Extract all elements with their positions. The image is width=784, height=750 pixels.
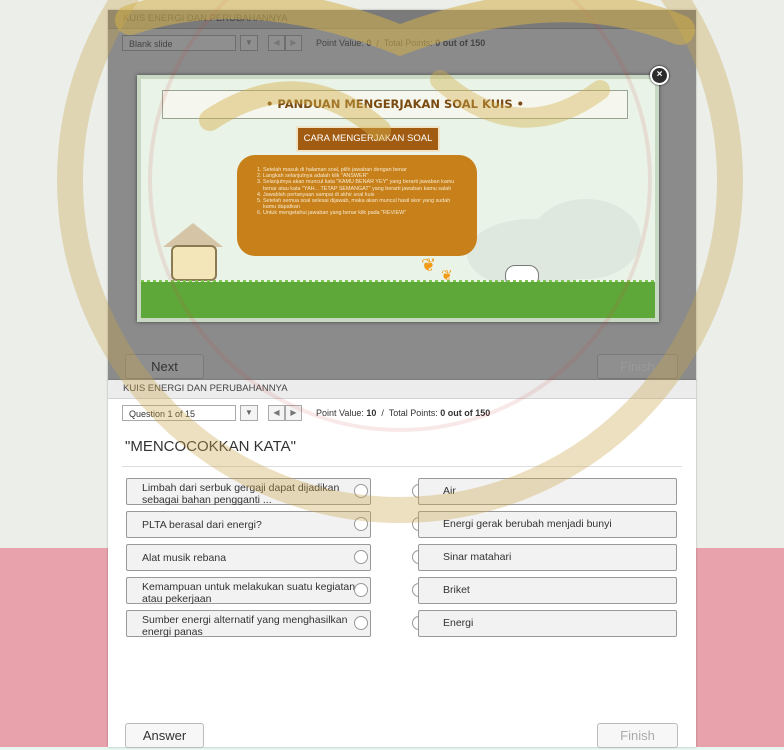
chevron-down-icon[interactable]: ▼ <box>240 35 258 51</box>
total-points: 0 out of 150 <box>435 38 486 48</box>
match-row: Sumber energi alternatif yang menghasilk… <box>126 610 677 638</box>
points-info: Point Value: 10 / Total Points: 0 out of… <box>316 408 491 418</box>
match-right-card[interactable]: Energi <box>418 610 677 637</box>
instructions-modal: • PANDUAN MENGERJAKAN SOAL KUIS • CARA M… <box>137 75 659 322</box>
next-arrow-icon[interactable]: ▶ <box>285 405 302 421</box>
grass-illustration <box>141 282 655 318</box>
connector-left-icon[interactable] <box>354 616 368 630</box>
next-arrow-icon[interactable]: ▶ <box>285 35 302 51</box>
connector-left-icon[interactable] <box>354 517 368 531</box>
question-select[interactable]: Question 1 of 15 ▼ <box>122 405 258 421</box>
slide-select[interactable]: Blank slide ▼ <box>122 35 258 51</box>
match-row: PLTA berasal dari energi? Energi gerak b… <box>126 511 677 538</box>
match-left-card[interactable]: Sumber energi alternatif yang menghasilk… <box>126 610 371 638</box>
house-roof-illustration <box>163 223 223 247</box>
match-left-card[interactable]: Alat musik rebana <box>126 544 371 571</box>
match-row: Kemampuan untuk melakukan suatu kegiatan… <box>126 577 677 605</box>
total-points-label: Total Points: <box>388 408 438 418</box>
match-row: Limbah dari serbuk gergaji dapat dijadik… <box>126 478 677 506</box>
point-value: 10 <box>366 408 377 418</box>
match-right-card[interactable]: Energi gerak berubah menjadi bunyi <box>418 511 677 538</box>
close-icon[interactable]: × <box>650 66 669 85</box>
instruction-item: Setelah semua soal selesai dijawab, maka… <box>263 198 463 210</box>
match-right-card[interactable]: Air <box>418 478 677 505</box>
match-left-card[interactable]: Kemampuan untuk melakukan suatu kegiatan… <box>126 577 371 605</box>
modal-title: • PANDUAN MENGERJAKAN SOAL KUIS • <box>162 90 628 119</box>
slide-select-value: Blank slide <box>129 39 173 49</box>
bottom-action-bar: Answer Finish <box>108 714 696 750</box>
modal-subtitle: CARA MENGERJAKAN SOAL <box>296 126 440 152</box>
chevron-down-icon[interactable]: ▼ <box>240 405 258 421</box>
finish-button[interactable]: Finish <box>597 354 678 379</box>
connector-left-icon[interactable] <box>354 583 368 597</box>
nav-buttons: ◀ ▶ <box>268 35 302 51</box>
connector-left-icon[interactable] <box>354 484 368 498</box>
match-left-card[interactable]: Limbah dari serbuk gergaji dapat dijadik… <box>126 478 371 506</box>
window-title: KUIS ENERGI DAN PERUBAHANNYA <box>108 380 696 399</box>
connector-left-icon[interactable] <box>354 550 368 564</box>
answer-button[interactable]: Answer <box>125 723 204 748</box>
instructions-list: Setelah masuk di halaman soal, pilih jaw… <box>257 167 463 217</box>
nav-buttons: ◀ ▶ <box>268 405 302 421</box>
match-left-card[interactable]: PLTA berasal dari energi? <box>126 511 371 538</box>
point-value-label: Point Value: <box>316 38 364 48</box>
prev-arrow-icon[interactable]: ◀ <box>268 405 285 421</box>
butterfly-icon: ❦ <box>421 255 437 275</box>
finish-button[interactable]: Finish <box>597 723 678 748</box>
question-title: "MENCOCOKKAN KATA" <box>125 438 296 455</box>
question-select-value: Question 1 of 15 <box>129 409 196 419</box>
total-points-label: Total Points: <box>383 38 433 48</box>
house-illustration <box>171 245 217 281</box>
points-info: Point Value: 0 / Total Points: 0 out of … <box>316 38 486 48</box>
quiz-window-bottom: KUIS ENERGI DAN PERUBAHANNYA Question 1 … <box>108 380 696 750</box>
total-points: 0 out of 150 <box>440 408 491 418</box>
top-bottom-bar: Next Finish <box>108 345 696 381</box>
match-row: Alat musik rebana Sinar matahari <box>126 544 677 571</box>
match-right-card[interactable]: Briket <box>418 577 677 604</box>
prev-arrow-icon[interactable]: ◀ <box>268 35 285 51</box>
match-right-card[interactable]: Sinar matahari <box>418 544 677 571</box>
instructions-box: Setelah masuk di halaman soal, pilih jaw… <box>237 155 477 256</box>
toolbar: Blank slide ▼ ◀ ▶ Point Value: 0 / Total… <box>108 29 696 57</box>
point-value: 0 <box>366 38 372 48</box>
instruction-item: Selanjutnya akan muncul kata "KAMU BENAR… <box>263 179 463 191</box>
window-title: KUIS ENERGI DAN PERUBAHANNYA <box>108 10 696 29</box>
point-value-label: Point Value: <box>316 408 364 418</box>
cloud-decoration <box>531 199 641 279</box>
next-button[interactable]: Next <box>125 354 204 379</box>
instruction-item: Untuk mengetahui jawaban yang benar klik… <box>263 210 463 216</box>
toolbar: Question 1 of 15 ▼ ◀ ▶ Point Value: 10 /… <box>108 399 696 427</box>
divider <box>122 466 682 467</box>
